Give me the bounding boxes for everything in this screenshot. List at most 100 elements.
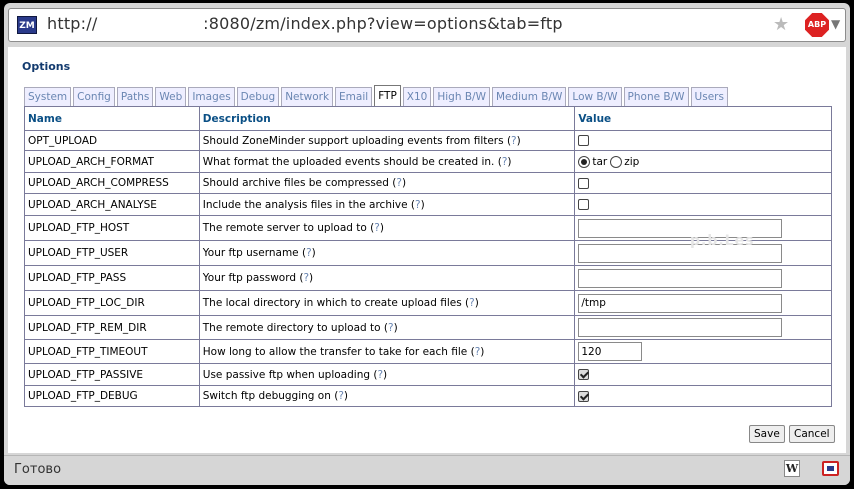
table-row: UPLOAD_FTP_LOC_DIR The local directory in… xyxy=(24,290,832,316)
option-checkbox[interactable] xyxy=(578,177,590,189)
tab-users[interactable]: Users xyxy=(690,87,728,106)
option-description-cell: The local directory in which to create u… xyxy=(198,290,576,316)
option-name: UPLOAD_ARCH_COMPRESS xyxy=(24,172,200,194)
option-text-input[interactable] xyxy=(578,318,783,337)
help-link[interactable]: ? xyxy=(338,390,344,402)
option-value-cell xyxy=(574,193,832,216)
option-description: The local directory in which to create u… xyxy=(202,297,462,309)
radio-zip[interactable] xyxy=(610,155,623,168)
table-header-row: Name Description Value xyxy=(24,106,832,131)
option-value-cell xyxy=(574,265,832,291)
tab-x10[interactable]: X10 xyxy=(402,87,432,106)
option-description: Your ftp password xyxy=(202,272,296,284)
option-checkbox[interactable] xyxy=(578,390,590,402)
option-value-cell: tar zip xyxy=(574,150,832,173)
tab-ftp[interactable]: FTP xyxy=(374,85,401,106)
save-button[interactable]: Save xyxy=(749,425,785,443)
option-description-cell: Should archive files be compressed (?) xyxy=(198,172,576,194)
option-checkbox[interactable] xyxy=(578,199,590,210)
option-value-cell xyxy=(574,339,832,364)
option-description: Use passive ftp when uploading xyxy=(202,368,371,381)
table-row: UPLOAD_FTP_DEBUG Switch ftp debugging on … xyxy=(24,385,832,407)
tv-addon-icon[interactable] xyxy=(822,461,839,476)
options-tabs: System Config Paths Web Images Debug Network Em… xyxy=(24,85,730,106)
option-description: Switch ftp debugging on xyxy=(202,390,331,402)
url-bar[interactable]: ZM http:// :8080/zm/index.php?view=optio… xyxy=(8,8,846,42)
option-name: UPLOAD_FTP_PASS xyxy=(24,265,200,291)
help-link[interactable]: ? xyxy=(377,369,383,381)
adblock-icon[interactable]: ABP xyxy=(805,13,829,37)
tab-debug[interactable]: Debug xyxy=(236,87,280,106)
tab-images[interactable]: Images xyxy=(188,87,235,106)
option-description-cell: What format the uploaded events should b… xyxy=(198,150,576,173)
status-bar: Готово W xyxy=(4,455,850,485)
help-link[interactable]: ? xyxy=(374,222,380,234)
option-text-input[interactable] xyxy=(578,268,783,288)
help-link[interactable]: ? xyxy=(306,247,312,259)
help-link[interactable]: ? xyxy=(502,156,508,168)
help-link[interactable]: ? xyxy=(415,199,421,211)
option-description: Should archive files be compressed xyxy=(202,177,389,189)
option-description: Should ZoneMinder support uploading even… xyxy=(202,134,504,147)
star-icon[interactable]: ★ xyxy=(773,14,789,35)
watermark: p.b.Les xyxy=(690,233,755,249)
option-description-cell: The remote directory to upload to (?) xyxy=(198,315,576,340)
option-description: The remote server to upload to xyxy=(202,222,367,234)
option-name: UPLOAD_FTP_TIMEOUT xyxy=(24,339,200,364)
table-row: UPLOAD_FTP_PASS Your ftp password (?) xyxy=(24,265,832,291)
option-description: Include the analysis files in the archiv… xyxy=(202,198,408,211)
option-description-cell: Your ftp password (?) xyxy=(198,265,576,291)
radio-label-zip: zip xyxy=(624,155,640,168)
option-description-cell: Your ftp username (?) xyxy=(198,240,576,266)
tab-paths[interactable]: Paths xyxy=(116,87,154,106)
tab-medium-b-w[interactable]: Medium B/W xyxy=(491,87,567,106)
option-description: The remote directory to upload to xyxy=(202,321,381,334)
header-name: Name xyxy=(24,106,200,131)
option-description: What format the uploaded events should b… xyxy=(202,155,495,168)
tab-network[interactable]: Network xyxy=(281,87,334,106)
tab-config[interactable]: Config xyxy=(73,87,115,106)
chevron-down-icon[interactable]: ▼ xyxy=(831,17,840,31)
tab-phone-b-w[interactable]: Phone B/W xyxy=(623,87,689,106)
tab-web[interactable]: Web xyxy=(155,87,187,106)
option-checkbox[interactable] xyxy=(578,369,590,380)
url-text[interactable]: http:// :8080/zm/index.php?view=options&… xyxy=(47,14,563,33)
option-value-cell xyxy=(574,290,832,316)
tab-high-b-w[interactable]: High B/W xyxy=(433,87,490,106)
radio-label-tar: tar xyxy=(592,155,608,168)
option-value-cell xyxy=(574,385,832,407)
tab-low-b-w[interactable]: Low B/W xyxy=(568,87,622,106)
help-link[interactable]: ? xyxy=(469,297,475,309)
option-text-input[interactable] xyxy=(578,293,783,313)
tab-email[interactable]: Email xyxy=(335,87,373,106)
table-row: UPLOAD_ARCH_FORMAT What format the upload… xyxy=(24,150,832,173)
option-description: Your ftp username xyxy=(202,247,299,259)
cancel-button[interactable]: Cancel xyxy=(789,425,835,443)
option-description-cell: Should ZoneMinder support uploading even… xyxy=(198,130,576,151)
option-text-input[interactable] xyxy=(578,342,643,361)
option-value-cell xyxy=(574,130,832,151)
page-content: Options System Config Paths Web Images Debug N… xyxy=(8,47,846,453)
table-row: UPLOAD_ARCH_COMPRESS Should archive files… xyxy=(24,172,832,194)
browser-window: ZM http:// :8080/zm/index.php?view=optio… xyxy=(4,3,850,485)
help-link[interactable]: ? xyxy=(511,135,517,147)
tab-system[interactable]: System xyxy=(24,87,72,106)
option-name: UPLOAD_FTP_LOC_DIR xyxy=(24,290,200,316)
option-name: UPLOAD_FTP_USER xyxy=(24,240,200,266)
option-description-cell: Use passive ftp when uploading (?) xyxy=(198,363,576,386)
w-addon-icon[interactable]: W xyxy=(784,460,800,477)
help-link[interactable]: ? xyxy=(396,177,402,189)
radio-tar[interactable] xyxy=(578,155,591,168)
table-row: UPLOAD_FTP_PASSIVE Use passive ftp when u… xyxy=(24,363,832,386)
help-link[interactable]: ? xyxy=(475,346,481,358)
option-description-cell: How long to allow the transfer to take f… xyxy=(198,339,576,364)
help-link[interactable]: ? xyxy=(388,322,394,334)
help-link[interactable]: ? xyxy=(303,272,309,284)
option-name: UPLOAD_ARCH_FORMAT xyxy=(24,150,200,173)
header-value: Value xyxy=(574,106,832,131)
header-description: Description xyxy=(198,106,576,131)
page-title: Options xyxy=(22,60,71,73)
option-checkbox[interactable] xyxy=(578,135,590,146)
zm-site-icon: ZM xyxy=(17,16,37,34)
table-row: UPLOAD_FTP_REM_DIR The remote directory t… xyxy=(24,315,832,340)
